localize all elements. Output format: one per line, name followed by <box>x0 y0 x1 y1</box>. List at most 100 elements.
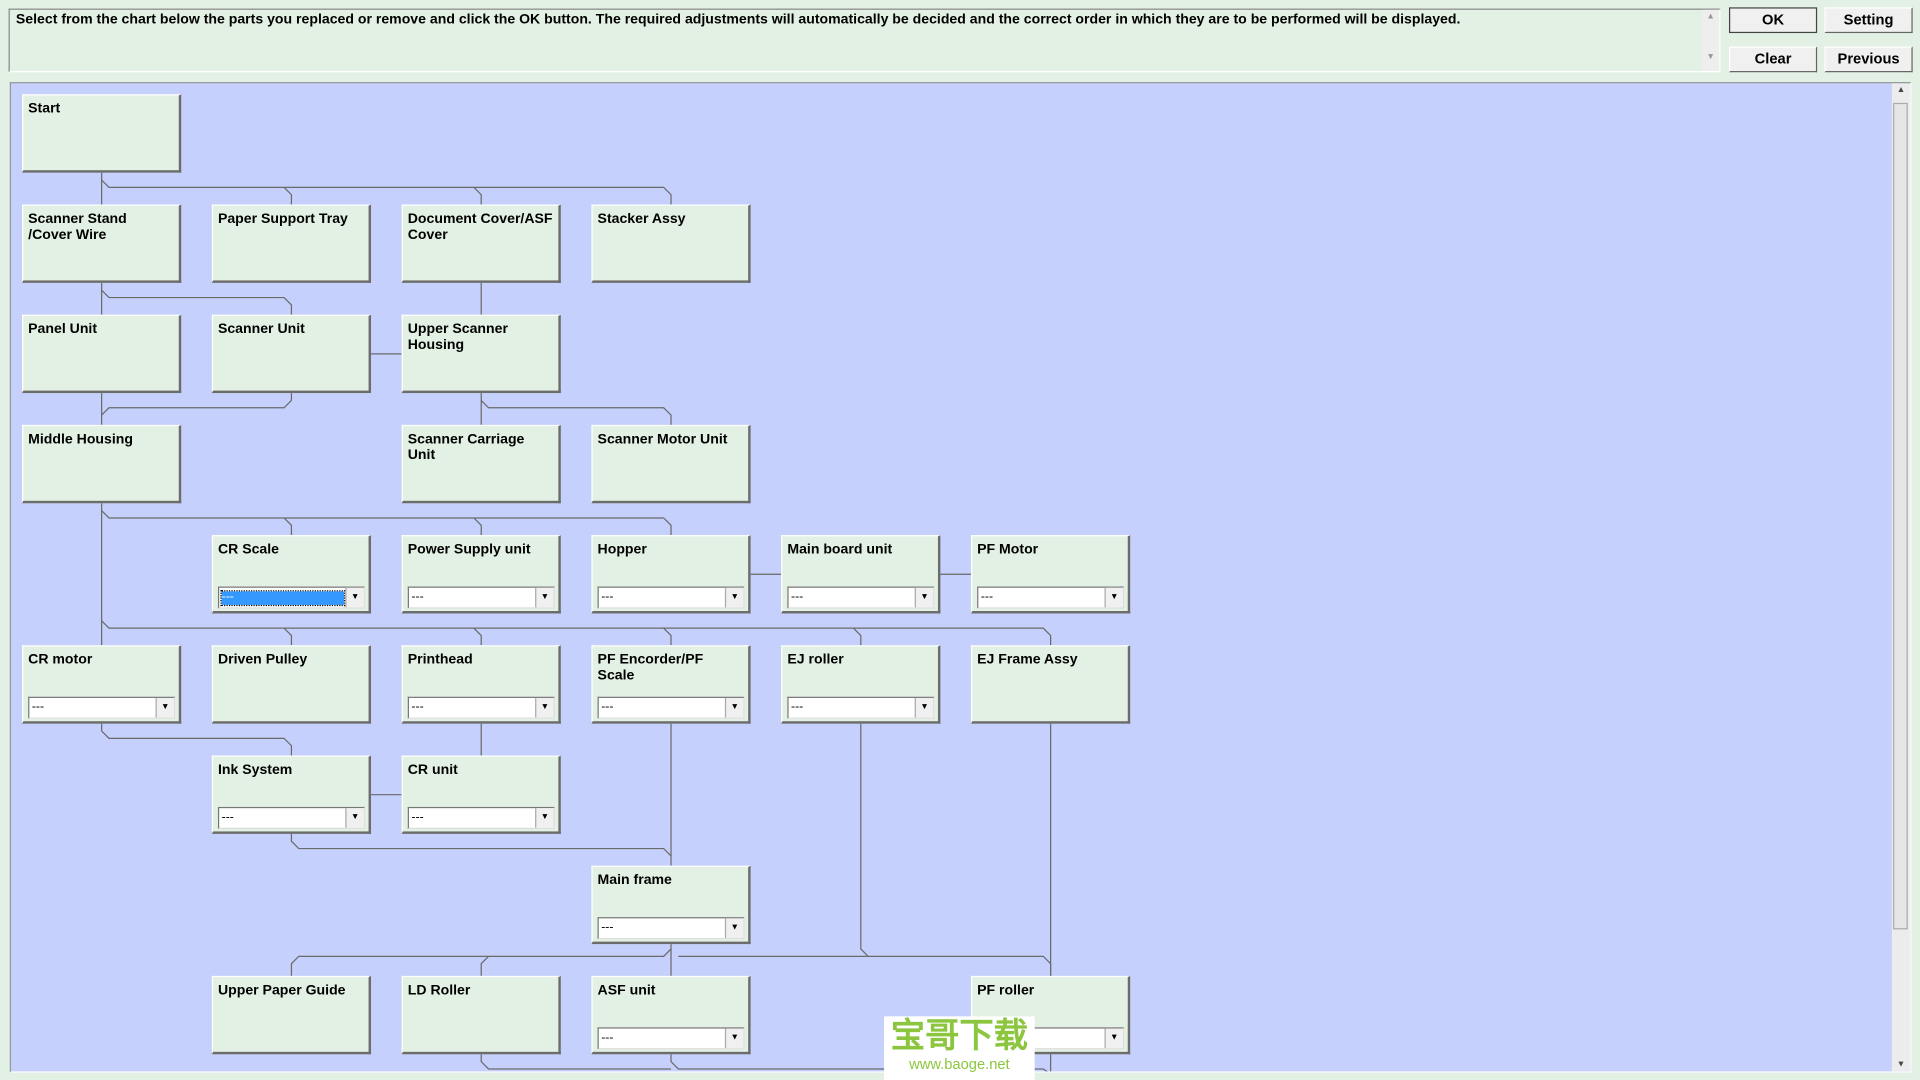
part-box-ink-system[interactable]: Ink System --- ▼ <box>211 755 372 834</box>
scroll-down-arrow-icon[interactable]: ▼ <box>1892 1060 1910 1069</box>
part-box-middle-housing[interactable]: Middle Housing <box>22 424 182 504</box>
chevron-down-icon[interactable]: ▼ <box>535 587 554 608</box>
part-dropdown[interactable]: ---▼ <box>787 586 935 609</box>
dropdown-value: --- <box>791 700 804 714</box>
dropdown-value: --- <box>221 810 234 825</box>
dropdown-value: --- <box>411 810 424 825</box>
chevron-down-icon[interactable]: ▼ <box>1104 1028 1123 1049</box>
part-box-cr-motor[interactable]: CR motor --- ▼ <box>22 645 182 724</box>
part-dropdown[interactable]: --- ▼ <box>977 586 1125 609</box>
part-dropdown[interactable]: --- ▼ <box>597 696 745 719</box>
instructions-text: Select from the chart below the parts yo… <box>15 12 1461 27</box>
part-dropdown[interactable]: --- ▼ <box>407 806 555 829</box>
part-label: Scanner Unit <box>217 322 305 337</box>
part-label: PF Motor <box>977 542 1039 558</box>
adjustment-window: Select from the chart below the parts yo… <box>0 0 1920 1080</box>
part-box-main-board-unit[interactable]: Main board unit --- ▼ <box>781 535 941 614</box>
chevron-down-icon[interactable]: ▼ <box>724 1028 744 1049</box>
part-box-ej-frame-assy[interactable]: EJ Frame Assy <box>971 645 1131 724</box>
part-dropdown[interactable]: --- ▼ <box>787 696 935 719</box>
part-box-document-cover-asf-cover[interactable]: Document Cover/ASF Cover <box>401 204 561 283</box>
part-label: Hopper <box>597 542 647 558</box>
chevron-down-icon[interactable]: ▼ <box>535 697 554 718</box>
dropdown-value: --- <box>601 920 614 935</box>
part-box-ld-roller[interactable]: LD Roller <box>401 975 561 1055</box>
chevron-down-icon[interactable]: ▼ <box>155 697 174 718</box>
part-label: Scanner Carriage Unit <box>407 432 525 463</box>
part-box-power-supply-unit[interactable]: Power Supply unit --- ▼ <box>401 535 561 614</box>
part-label: Paper Support Tray <box>217 211 348 227</box>
part-label: Scanner Stand /Cover Wire <box>28 211 127 243</box>
part-dropdown[interactable]: --- ▼ <box>217 806 365 829</box>
chart-vertical-scrollbar[interactable]: ▲ ▼ <box>1891 83 1911 1072</box>
watermark-url: www.baoge.net <box>909 1055 1010 1073</box>
scrollbar-thumb[interactable] <box>1893 102 1908 930</box>
part-box-scanner-stand-cover-wire[interactable]: Scanner Stand /Cover Wire <box>22 204 182 283</box>
part-box-start[interactable]: Start <box>22 94 182 173</box>
chevron-down-icon[interactable]: ▼ <box>724 697 744 718</box>
instructions-box[interactable]: Select from the chart below the parts yo… <box>8 8 1721 73</box>
part-box-panel-unit[interactable]: Panel Unit <box>22 314 182 394</box>
chevron-down-icon[interactable]: ▼ <box>1104 587 1123 608</box>
part-box-scanner-unit[interactable]: Scanner Unit <box>211 314 372 394</box>
clear-button[interactable]: Clear <box>1728 46 1818 73</box>
parts-chart-panel: Start Scanner Stand /Cover Wire Paper Supp… <box>9 82 1912 1073</box>
chevron-down-icon[interactable]: ▼ <box>345 587 364 608</box>
dropdown-value: --- <box>980 590 994 604</box>
chevron-down-icon[interactable]: ▼ <box>914 697 934 718</box>
part-box-scanner-carriage-unit[interactable]: Scanner Carriage Unit <box>401 424 561 504</box>
part-dropdown[interactable]: --- ▼ <box>597 917 745 940</box>
part-box-cr-scale[interactable]: CR Scale --- ▼ <box>211 535 372 614</box>
dropdown-value: --- <box>601 700 614 714</box>
part-box-pf-motor[interactable]: PF Motor --- ▼ <box>971 535 1131 614</box>
part-label: Power Supply unit <box>407 542 531 558</box>
part-label: PF roller <box>977 983 1035 998</box>
part-label: Driven Pulley <box>217 652 308 668</box>
part-box-driven-pulley[interactable]: Driven Pulley <box>211 645 372 724</box>
part-label: Upper Scanner Housing <box>407 322 508 353</box>
part-box-pf-encorder-pf-scale[interactable]: PF Encorder/PF Scale --- ▼ <box>591 645 751 724</box>
chevron-down-icon[interactable]: ▼ <box>535 808 554 828</box>
part-label: Panel Unit <box>28 322 98 337</box>
part-box-main-frame[interactable]: Main frame --- ▼ <box>591 865 751 945</box>
part-box-asf-unit[interactable]: ASF unit --- ▼ <box>591 975 751 1055</box>
part-label: ASF unit <box>597 983 656 998</box>
part-label: Stacker Assy <box>597 211 686 227</box>
part-box-hopper[interactable]: Hopper --- ▼ <box>591 535 751 614</box>
chevron-down-icon[interactable]: ▼ <box>724 918 744 938</box>
part-box-ej-roller[interactable]: EJ roller --- ▼ <box>781 645 941 724</box>
part-label: Printhead <box>407 652 473 668</box>
part-dropdown[interactable]: ---▼ <box>597 1027 745 1050</box>
part-box-printhead[interactable]: Printhead --- ▼ <box>401 645 561 724</box>
part-label: CR unit <box>407 762 458 778</box>
dropdown-value: --- <box>31 700 45 714</box>
part-label: PF Encorder/PF Scale <box>597 652 704 684</box>
scroll-up-arrow-icon[interactable]: ▲ <box>1892 86 1910 95</box>
part-dropdown[interactable]: ---▼ <box>217 586 365 609</box>
part-box-stacker-assy[interactable]: Stacker Assy <box>591 204 751 283</box>
part-label: Upper Paper Guide <box>217 983 346 998</box>
part-label: CR motor <box>28 652 93 668</box>
previous-button[interactable]: Previous <box>1824 46 1913 73</box>
part-box-paper-support-tray[interactable]: Paper Support Tray <box>211 204 372 283</box>
part-label: Main board unit <box>787 542 893 558</box>
chevron-down-icon[interactable]: ▼ <box>914 587 934 608</box>
part-label: CR Scale <box>217 542 280 558</box>
chevron-down-icon[interactable]: ▼ <box>724 587 744 608</box>
part-box-upper-paper-guide[interactable]: Upper Paper Guide <box>211 975 372 1055</box>
part-dropdown[interactable]: ---▼ <box>407 586 555 609</box>
part-box-cr-unit[interactable]: CR unit --- ▼ <box>401 755 561 834</box>
part-label: Middle Housing <box>28 432 133 447</box>
setting-button[interactable]: Setting <box>1824 7 1913 34</box>
chevron-down-icon[interactable]: ▼ <box>345 808 364 828</box>
part-box-scanner-motor-unit[interactable]: Scanner Motor Unit <box>591 424 751 504</box>
instructions-scrollbar[interactable]: ▲ ▼ <box>1702 9 1720 72</box>
ok-button[interactable]: OK <box>1728 7 1818 34</box>
part-dropdown[interactable]: ---▼ <box>407 696 555 719</box>
part-box-upper-scanner-housing[interactable]: Upper Scanner Housing <box>401 314 561 394</box>
part-label: Document Cover/ASF Cover <box>407 211 553 243</box>
part-dropdown[interactable]: --- ▼ <box>28 696 176 719</box>
dropdown-value: --- <box>220 590 346 607</box>
part-dropdown[interactable]: ---▼ <box>597 586 745 609</box>
part-label: Start <box>28 101 61 117</box>
